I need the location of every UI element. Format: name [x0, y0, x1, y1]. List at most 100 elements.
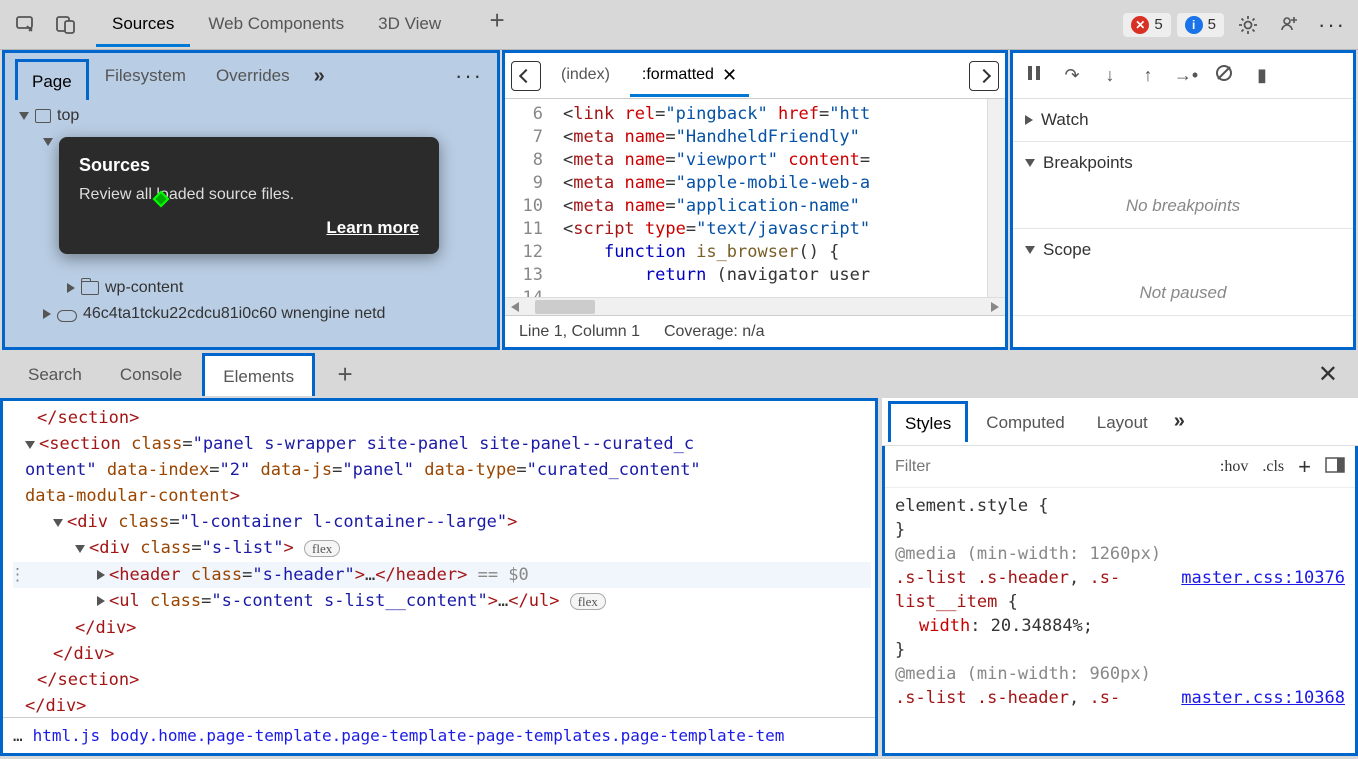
- styles-filter-bar: :hov .cls +: [885, 446, 1355, 488]
- line-gutter: 678 91011 121314: [505, 99, 553, 297]
- tooltip-title: Sources: [79, 155, 419, 176]
- add-tab-icon[interactable]: +: [479, 2, 515, 38]
- deactivate-bp-icon[interactable]: [1211, 64, 1237, 87]
- more-icon[interactable]: ···: [1314, 7, 1350, 43]
- close-tab-icon[interactable]: ✕: [722, 65, 737, 86]
- expand-icon: [43, 138, 53, 146]
- step-icon[interactable]: →•: [1173, 65, 1199, 86]
- tooltip-body: Review all loaded source files.: [79, 186, 419, 204]
- error-icon: ✕: [1131, 16, 1149, 34]
- device-toggle-icon[interactable]: [48, 7, 84, 43]
- window-icon: [35, 109, 51, 123]
- tab-sources[interactable]: Sources: [96, 2, 190, 47]
- error-badge[interactable]: ✕ 5: [1123, 13, 1170, 37]
- nav-back-button[interactable]: [511, 61, 541, 91]
- step-out-icon[interactable]: ↑: [1135, 65, 1161, 86]
- section-label: Breakpoints: [1043, 153, 1133, 173]
- editor-tab-label: :formatted: [642, 66, 714, 84]
- tree-label: 46c4ta1tcku22cdcu81i0c60 wnengine netd: [83, 305, 385, 323]
- tab-web-components[interactable]: Web Components: [192, 2, 360, 47]
- top-tabs: Sources Web Components 3D View +: [96, 2, 515, 47]
- drawer-tab-console[interactable]: Console: [102, 354, 200, 394]
- tree-label: wp-content: [105, 279, 183, 297]
- cloud-icon: [57, 310, 77, 322]
- editor-status-bar: Line 1, Column 1 Coverage: n/a: [505, 315, 1005, 347]
- tab-3d-view[interactable]: 3D View: [362, 2, 457, 47]
- styles-rules[interactable]: element.style { } @media (min-width: 126…: [885, 488, 1355, 753]
- debug-toolbar: ↷ ↓ ↑ →• ▮: [1013, 53, 1353, 99]
- tree-node-domain[interactable]: 46c4ta1tcku22cdcu81i0c60 wnengine netd: [5, 301, 497, 327]
- breakpoints-section: Breakpoints No breakpoints: [1013, 142, 1353, 229]
- subtab-filesystem[interactable]: Filesystem: [91, 56, 200, 97]
- more-subtabs-icon[interactable]: »: [306, 65, 333, 88]
- styles-filter-input[interactable]: [895, 458, 1206, 476]
- styles-panel: Styles Computed Layout » :hov .cls + ele…: [882, 398, 1358, 756]
- css-source-link[interactable]: master.css:10368: [1181, 686, 1345, 710]
- not-paused-text: Not paused: [1013, 271, 1353, 315]
- crumb-more[interactable]: …: [13, 726, 23, 745]
- expand-icon: [19, 112, 29, 120]
- subtab-overrides[interactable]: Overrides: [202, 56, 304, 97]
- navigator-more-icon[interactable]: ···: [451, 58, 487, 94]
- watch-section: Watch: [1013, 99, 1353, 142]
- step-into-icon[interactable]: ↓: [1097, 65, 1123, 86]
- info-count: 5: [1208, 16, 1216, 33]
- no-breakpoints-text: No breakpoints: [1013, 184, 1353, 228]
- drawer-tab-elements[interactable]: Elements: [202, 353, 315, 396]
- editor-tab-formatted[interactable]: :formatted ✕: [630, 55, 749, 97]
- error-count: 5: [1154, 16, 1162, 33]
- pause-icon[interactable]: [1021, 64, 1047, 87]
- step-over-icon[interactable]: ↷: [1059, 65, 1085, 86]
- styles-tab-styles[interactable]: Styles: [888, 401, 968, 442]
- coverage-status: Coverage: n/a: [664, 323, 765, 341]
- expand-icon: [1025, 246, 1035, 254]
- navigator-panel: Page Filesystem Overrides » ··· top wp-c…: [2, 50, 500, 350]
- drawer-tabs: Search Console Elements + ✕: [0, 350, 1358, 398]
- folder-icon: [81, 281, 99, 295]
- tree-label: top: [57, 107, 79, 125]
- expand-icon: [67, 283, 75, 293]
- expand-icon: [43, 309, 51, 319]
- crumb-body[interactable]: body.home.page-template.page-template-pa…: [110, 726, 784, 745]
- watch-header[interactable]: Watch: [1013, 99, 1353, 141]
- tree-node-wp-content[interactable]: wp-content: [5, 275, 497, 301]
- editor-hscroll[interactable]: [505, 297, 1005, 315]
- section-label: Scope: [1043, 240, 1091, 260]
- devtools-toolbar: Sources Web Components 3D View + ✕ 5 i 5…: [0, 0, 1358, 50]
- settings-icon[interactable]: [1230, 7, 1266, 43]
- breakpoints-header[interactable]: Breakpoints: [1013, 142, 1353, 184]
- styles-tab-layout[interactable]: Layout: [1083, 403, 1162, 441]
- info-icon: i: [1185, 16, 1203, 34]
- add-drawer-tab-icon[interactable]: +: [327, 356, 363, 392]
- elements-tree[interactable]: </section> <section class="panel s-wrapp…: [3, 401, 875, 717]
- hov-toggle[interactable]: :hov: [1220, 458, 1248, 476]
- close-drawer-icon[interactable]: ✕: [1308, 360, 1348, 389]
- info-badge[interactable]: i 5: [1177, 13, 1224, 37]
- feedback-icon[interactable]: [1272, 7, 1308, 43]
- crumb-html[interactable]: html.js: [33, 726, 100, 745]
- tree-node-top[interactable]: top: [5, 103, 497, 129]
- code-area[interactable]: <link rel="pingback" href="htt <meta nam…: [553, 99, 987, 297]
- editor-panel: (index) :formatted ✕ 678 91011 121314 <l…: [502, 50, 1008, 350]
- styles-more-icon[interactable]: »: [1166, 410, 1193, 433]
- tooltip-learn-more-link[interactable]: Learn more: [326, 218, 419, 238]
- expand-icon: [1025, 159, 1035, 167]
- elements-panel: </section> <section class="panel s-wrapp…: [0, 398, 878, 756]
- css-source-link[interactable]: master.css:10376: [1181, 566, 1345, 590]
- scope-header[interactable]: Scope: [1013, 229, 1353, 271]
- nav-forward-button[interactable]: [969, 61, 999, 91]
- new-rule-icon[interactable]: +: [1298, 454, 1311, 480]
- editor-vscroll[interactable]: [987, 99, 1005, 297]
- drawer-tab-search[interactable]: Search: [10, 354, 100, 394]
- debugger-panel: ↷ ↓ ↑ →• ▮ Watch Breakpoints No breakpoi…: [1010, 50, 1356, 350]
- subtab-page[interactable]: Page: [15, 59, 89, 100]
- styles-tab-computed[interactable]: Computed: [972, 403, 1078, 441]
- inspect-icon[interactable]: [8, 7, 44, 43]
- cursor-position: Line 1, Column 1: [519, 323, 640, 341]
- elements-breadcrumb[interactable]: … html.js body.home.page-template.page-t…: [3, 717, 875, 753]
- cls-toggle[interactable]: .cls: [1262, 458, 1284, 476]
- sources-tooltip: Sources Review all loaded source files. …: [59, 137, 439, 254]
- editor-tab-index[interactable]: (index): [549, 56, 622, 95]
- pause-exceptions-icon[interactable]: ▮: [1249, 65, 1275, 86]
- toggle-sidebar-icon[interactable]: [1325, 457, 1345, 476]
